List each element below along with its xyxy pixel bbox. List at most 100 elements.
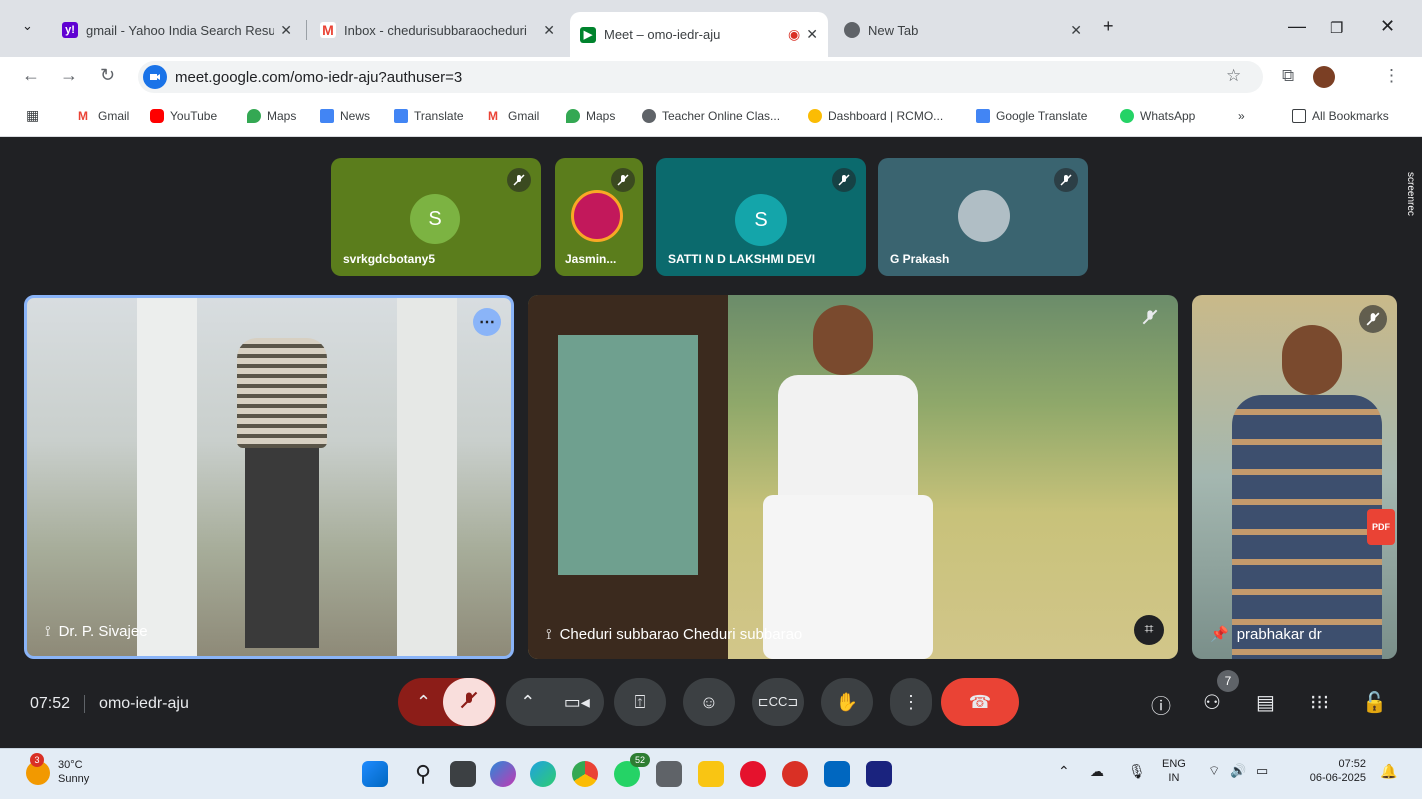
close-icon[interactable]: ✕ (1070, 22, 1082, 39)
bookmark-whatsapp[interactable]: WhatsApp (1120, 109, 1195, 123)
meeting-details-icon[interactable]: ⓘ (1151, 690, 1171, 719)
restore-button[interactable]: ❐ (1330, 19, 1343, 37)
menu-icon[interactable]: ⋮ (1383, 66, 1400, 86)
meet-icon: ▶ (580, 26, 596, 43)
mic-toggle-button[interactable] (443, 678, 495, 726)
crop-icon[interactable]: ⌗ (1134, 615, 1164, 645)
bookmark-teacher[interactable]: Teacher Online Clas... (642, 109, 780, 123)
reload-button[interactable]: ↻ (100, 65, 115, 86)
weather-widget[interactable]: 30°C Sunny (58, 758, 89, 786)
mic-off-icon (1359, 305, 1387, 333)
close-icon[interactable]: ✕ (543, 22, 555, 39)
browser-toolbar: ← → ↻ meet.google.com/omo-iedr-aju?authu… (0, 57, 1422, 97)
captions-button[interactable]: ⊏CC⊐ (752, 678, 804, 726)
raise-hand-button[interactable]: ✋ (821, 678, 873, 726)
all-bookmarks[interactable]: All Bookmarks (1292, 109, 1389, 123)
present-button[interactable]: ⍐ (614, 678, 666, 726)
language-indicator[interactable]: ENG IN (1162, 757, 1186, 785)
participant-name: Dr. P. Sivajee (58, 623, 148, 640)
more-bookmarks-button[interactable]: » (1238, 109, 1245, 123)
participant-tile-g-prakash[interactable]: G Prakash (878, 158, 1088, 276)
host-controls-icon[interactable]: 🔓 (1362, 690, 1387, 715)
search-icon[interactable]: ⚲ (410, 761, 436, 787)
bookmark-google-translate[interactable]: Google Translate (976, 109, 1087, 123)
youtube-icon (150, 109, 164, 123)
forward-button[interactable]: → (60, 65, 78, 86)
bookmark-gmail-2[interactable]: M Gmail (488, 109, 539, 123)
tab-yahoo[interactable]: y! gmail - Yahoo India Search Resu ✕ (52, 12, 302, 48)
extensions-icon[interactable]: ⧉ (1282, 66, 1294, 86)
battery-icon[interactable]: ▭ (1256, 763, 1268, 779)
tab-gmail[interactable]: M Inbox - chedurisubbaraocheduri ✕ (310, 12, 565, 48)
microphone-icon[interactable]: 🎙 (1128, 763, 1146, 780)
participant-tile-svrkgdcbotany5[interactable]: S svrkgdcbotany5 (331, 158, 541, 276)
whatsapp-icon (1120, 109, 1134, 123)
apps-icon[interactable]: ▦ (26, 107, 39, 124)
opera-icon[interactable] (740, 761, 766, 787)
person-shirt (778, 375, 918, 505)
volume-icon[interactable]: 🔊 (1230, 763, 1246, 779)
file-explorer-icon[interactable] (698, 761, 724, 787)
edge-icon[interactable] (530, 761, 556, 787)
copilot-icon[interactable] (490, 761, 516, 787)
bookmark-news[interactable]: News (320, 109, 370, 123)
tab-meet[interactable]: ▶ Meet – omo-iedr-aju ◉ ✕ (570, 12, 828, 57)
chevron-up-icon[interactable]: ⌃ (416, 692, 431, 713)
windows-taskbar: 3 30°C Sunny ⚲ 52 ⌃ ☁ 🎙 ENG IN ⌔ 🔊 ▭ 07:… (0, 748, 1422, 799)
tab-search-icon[interactable]: ⌄ (22, 18, 33, 34)
whatsapp-badge: 52 (630, 753, 650, 767)
address-bar[interactable]: meet.google.com/omo-iedr-aju?authuser=3 (138, 61, 1263, 93)
bookmark-youtube[interactable]: YouTube (150, 109, 217, 123)
emoji-button[interactable]: ☺ (683, 678, 735, 726)
chrome-icon[interactable] (572, 761, 598, 787)
star-icon[interactable]: ☆ (1226, 66, 1241, 86)
clock[interactable]: 07:52 06-06-2025 (1296, 757, 1366, 785)
pin-icon[interactable]: ⟟ (45, 623, 51, 640)
tab-newtab[interactable]: New Tab ✕ (834, 12, 1092, 48)
start-icon[interactable] (362, 761, 388, 787)
participant-tile-dr-p-sivajee[interactable]: ⋯ ⟟ Dr. P. Sivajee (24, 295, 514, 659)
participant-name-row: 📌 prabhakar dr (1210, 625, 1322, 644)
camera-control[interactable]: ⌃ ▭◂ (506, 678, 604, 726)
close-icon[interactable]: ✕ (806, 26, 818, 43)
tab-label: Inbox - chedurisubbaraocheduri (344, 22, 527, 38)
wps-icon[interactable] (782, 761, 808, 787)
notifications-icon[interactable]: 🔔 (1380, 763, 1397, 780)
cloud-icon[interactable]: ☁ (1090, 763, 1104, 780)
task-view-icon[interactable] (450, 761, 476, 787)
close-window-button[interactable]: ✕ (1380, 16, 1395, 37)
more-options-button[interactable]: ⋮ (890, 678, 932, 726)
people-icon[interactable]: ⚇ (1203, 690, 1221, 715)
webex-icon[interactable] (866, 761, 892, 787)
tray-chevron-icon[interactable]: ⌃ (1058, 763, 1070, 780)
bookmark-translate[interactable]: Translate (394, 109, 464, 123)
bookmark-gmail[interactable]: M Gmail (78, 109, 129, 123)
leave-call-button[interactable]: ☎ (941, 678, 1019, 726)
store-icon[interactable] (824, 761, 850, 787)
close-icon[interactable]: ✕ (280, 22, 292, 39)
minimize-button[interactable]: — (1288, 16, 1306, 37)
pin-icon[interactable]: 📌 (1210, 625, 1229, 643)
profile-avatar[interactable] (1313, 66, 1335, 88)
calculator-icon[interactable] (656, 761, 682, 787)
participant-tile-prabhakar-dr[interactable]: PDF 📌 prabhakar dr (1192, 295, 1397, 659)
pdf-icon[interactable]: PDF (1367, 509, 1395, 545)
new-tab-button[interactable]: + (1103, 16, 1114, 37)
camera-icon[interactable]: ▭◂ (564, 692, 590, 713)
back-button[interactable]: ← (22, 65, 40, 86)
bookmark-maps-2[interactable]: Maps (566, 109, 615, 123)
participant-tile-jasmin[interactable]: Jasmin... (555, 158, 643, 276)
participant-tile-satti[interactable]: S SATTI N D LAKSHMI DEVI (656, 158, 866, 276)
participant-tile-cheduri-subbarao[interactable]: ⌗ ⟟ Cheduri subbarao Cheduri subbarao (528, 295, 1178, 659)
maps-icon (566, 109, 580, 123)
wifi-icon[interactable]: ⌔ (1208, 763, 1220, 779)
chat-icon[interactable]: ▤ (1256, 690, 1275, 715)
more-options-icon[interactable]: ⋯ (473, 308, 501, 336)
bookmark-maps[interactable]: Maps (247, 109, 296, 123)
pin-icon[interactable]: ⟟ (546, 626, 552, 643)
bookmark-dashboard[interactable]: Dashboard | RCMO... (808, 109, 943, 123)
chevron-up-icon[interactable]: ⌃ (520, 692, 535, 713)
participant-name-row: ⟟ Dr. P. Sivajee (45, 623, 148, 640)
site-info-icon[interactable] (143, 65, 167, 89)
activities-icon[interactable]: ⁝⁝⁝ (1310, 690, 1329, 715)
